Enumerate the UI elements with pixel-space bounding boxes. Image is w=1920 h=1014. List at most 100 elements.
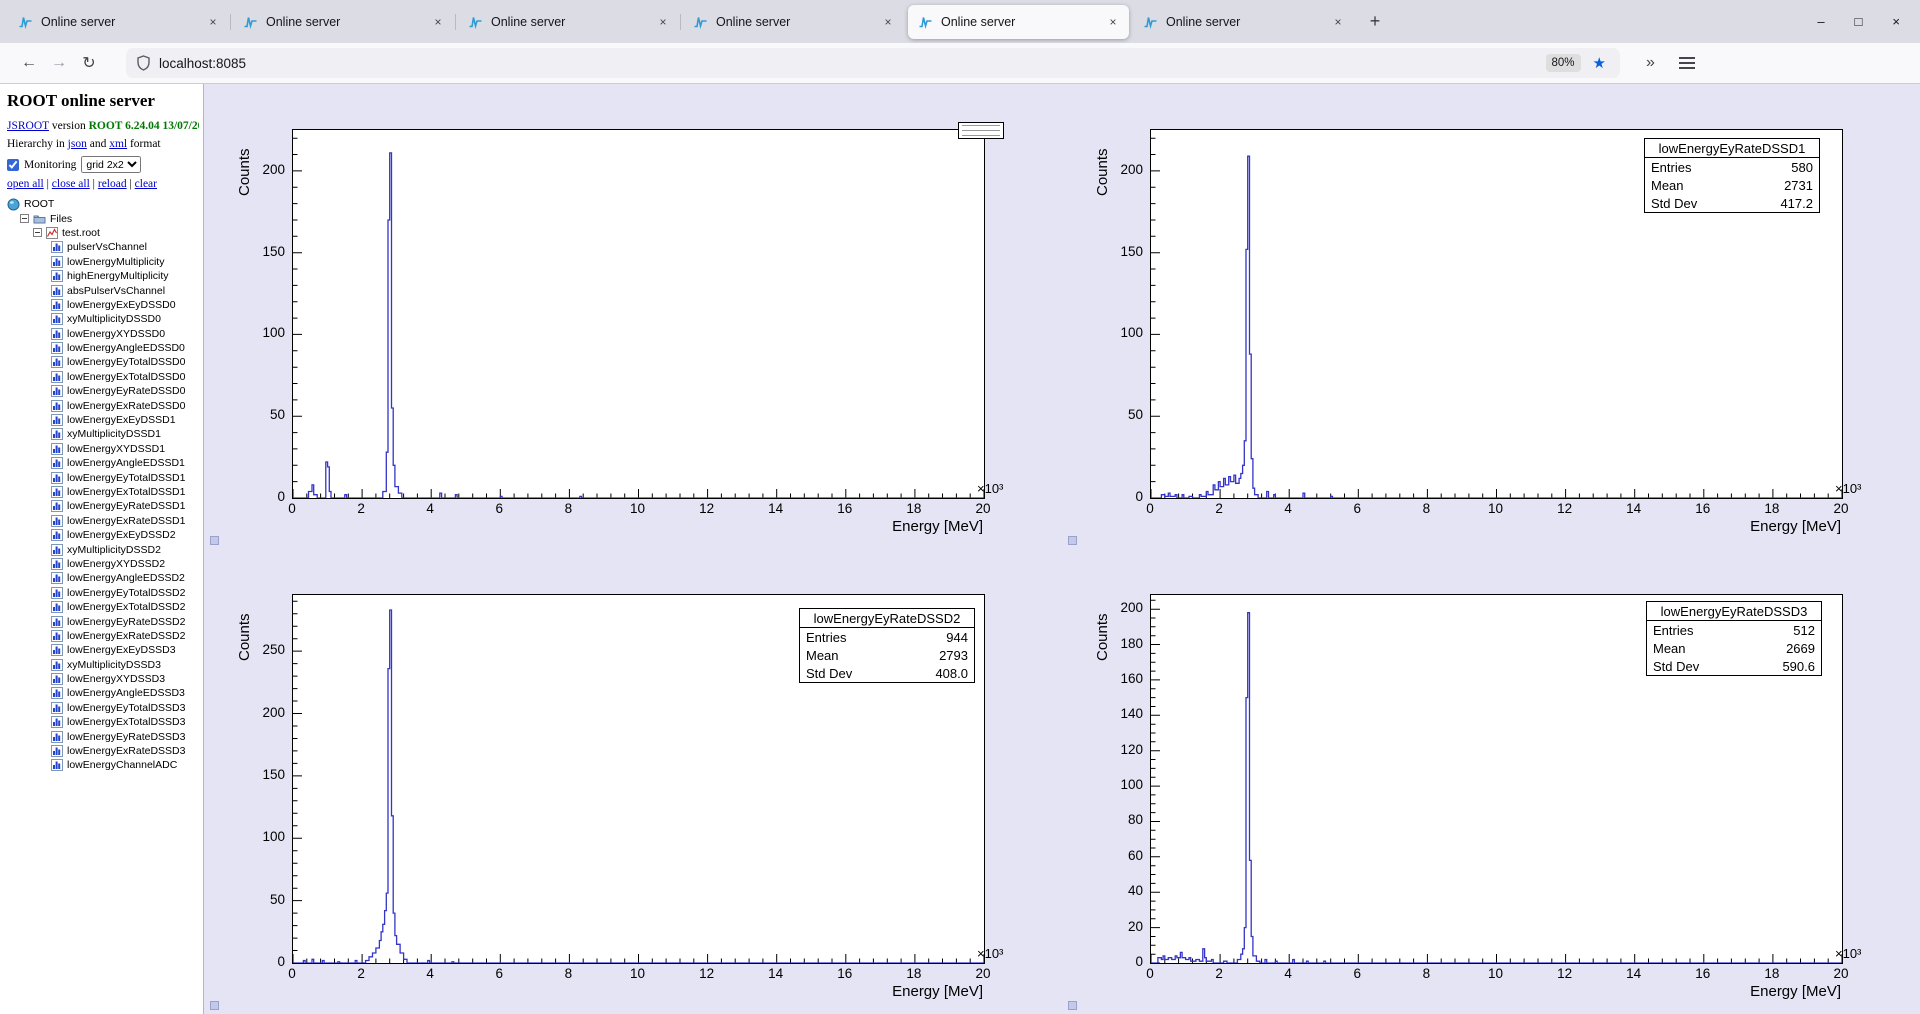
tree-item[interactable]: lowEnergyChannelADC bbox=[7, 758, 199, 772]
tree-item[interactable]: lowEnergyEyTotalDSSD3 bbox=[7, 701, 199, 715]
jsroot-favicon-icon bbox=[18, 14, 33, 29]
browser-tab[interactable]: Online server× bbox=[458, 5, 679, 39]
tab-close-button[interactable]: × bbox=[203, 12, 223, 32]
tree-action-reload[interactable]: reload bbox=[98, 178, 127, 190]
stats-box[interactable]: lowEnergyEyRateDSSD2Entries944Mean2793St… bbox=[799, 608, 975, 683]
tree-item[interactable]: lowEnergyExEyDSSD0 bbox=[7, 298, 199, 312]
stats-value: 944 bbox=[946, 630, 968, 645]
browser-tab[interactable]: Online server× bbox=[908, 5, 1129, 39]
mini-stats-line bbox=[962, 135, 1000, 136]
url-text[interactable]: localhost:8085 bbox=[159, 56, 246, 71]
collapse-icon[interactable] bbox=[33, 228, 42, 237]
jsroot-favicon-icon bbox=[243, 14, 258, 29]
maximize-button[interactable]: □ bbox=[1855, 14, 1863, 29]
tree-item[interactable]: lowEnergyXYDSSD1 bbox=[7, 442, 199, 456]
tree-item[interactable]: lowEnergyExTotalDSSD3 bbox=[7, 715, 199, 729]
browser-tab[interactable]: Online server× bbox=[1133, 5, 1354, 39]
tab-close-button[interactable]: × bbox=[878, 12, 898, 32]
tree-item[interactable]: lowEnergyXYDSSD0 bbox=[7, 327, 199, 341]
tree-item[interactable]: pulserVsChannel bbox=[7, 240, 199, 254]
tree-item[interactable]: xyMultiplicityDSSD0 bbox=[7, 312, 199, 326]
stats-label: Std Dev bbox=[1651, 196, 1697, 211]
tree-item[interactable]: lowEnergyMultiplicity bbox=[7, 255, 199, 269]
tree-item[interactable]: lowEnergyExRateDSSD2 bbox=[7, 629, 199, 643]
tab-close-button[interactable]: × bbox=[1328, 12, 1348, 32]
tree-item[interactable]: lowEnergyEyRateDSSD0 bbox=[7, 384, 199, 398]
browser-window: Online server×Online server×Online serve… bbox=[0, 0, 1920, 1014]
browser-tab[interactable]: Online server× bbox=[683, 5, 904, 39]
x-tick-label: 4 bbox=[412, 966, 448, 981]
browser-tab[interactable]: Online server× bbox=[233, 5, 454, 39]
browser-tab[interactable]: Online server× bbox=[8, 5, 229, 39]
tree-item[interactable]: lowEnergyEyTotalDSSD1 bbox=[7, 470, 199, 484]
tree-item[interactable]: lowEnergyExEyDSSD3 bbox=[7, 643, 199, 657]
tree-item[interactable]: lowEnergyEyTotalDSSD2 bbox=[7, 586, 199, 600]
close-window-button[interactable]: × bbox=[1892, 14, 1900, 29]
tree-action-clear[interactable]: clear bbox=[135, 178, 157, 190]
x-tick-label: 12 bbox=[689, 501, 725, 516]
tree-item[interactable]: absPulserVsChannel bbox=[7, 283, 199, 297]
tree-node-file[interactable]: test.root bbox=[7, 226, 199, 240]
zoom-indicator[interactable]: 80% bbox=[1546, 54, 1581, 72]
jsroot-link[interactable]: JSROOT bbox=[7, 120, 49, 132]
collapse-icon[interactable] bbox=[20, 214, 29, 223]
tree-item[interactable]: lowEnergyExRateDSSD1 bbox=[7, 514, 199, 528]
x-tick-label: 0 bbox=[274, 966, 310, 981]
json-link[interactable]: json bbox=[68, 138, 87, 150]
xml-link[interactable]: xml bbox=[109, 138, 127, 150]
canvas-pad-3: Counts05010015020025002468101214161820En… bbox=[205, 549, 1063, 1014]
histogram-line bbox=[293, 153, 984, 498]
back-button[interactable]: ← bbox=[14, 54, 44, 72]
tree-item[interactable]: xyMultiplicityDSSD2 bbox=[7, 542, 199, 556]
tree-item[interactable]: lowEnergyExEyDSSD1 bbox=[7, 413, 199, 427]
bookmark-star-icon[interactable]: ★ bbox=[1589, 54, 1610, 72]
x-tick-label: 4 bbox=[1270, 966, 1306, 981]
overflow-menu-button[interactable]: » bbox=[1646, 54, 1655, 72]
monitoring-select[interactable]: grid 2x2 bbox=[81, 156, 141, 173]
tree-item[interactable]: lowEnergyExRateDSSD0 bbox=[7, 398, 199, 412]
minimize-button[interactable]: – bbox=[1817, 14, 1824, 29]
tree-item[interactable]: highEnergyMultiplicity bbox=[7, 269, 199, 283]
forward-button[interactable]: → bbox=[44, 54, 74, 72]
x-tick-label: 14 bbox=[1616, 966, 1652, 981]
tree-item[interactable]: lowEnergyExRateDSSD3 bbox=[7, 744, 199, 758]
tree-item[interactable]: lowEnergyAngleEDSSD0 bbox=[7, 341, 199, 355]
menu-icon[interactable] bbox=[1679, 57, 1695, 69]
tree-item[interactable]: lowEnergyAngleEDSSD3 bbox=[7, 686, 199, 700]
shield-icon[interactable] bbox=[136, 55, 151, 71]
stats-box-collapsed[interactable] bbox=[958, 122, 1004, 139]
tree-item[interactable]: lowEnergyAngleEDSSD1 bbox=[7, 456, 199, 470]
monitoring-checkbox[interactable] bbox=[7, 159, 19, 171]
new-tab-button[interactable]: + bbox=[1360, 7, 1390, 37]
tree-action-open-all[interactable]: open all bbox=[7, 178, 44, 190]
tree-item[interactable]: lowEnergyAngleEDSSD2 bbox=[7, 571, 199, 585]
x-tick-label: 6 bbox=[481, 501, 517, 516]
plot-frame[interactable] bbox=[292, 129, 985, 499]
tree-item[interactable]: lowEnergyEyTotalDSSD0 bbox=[7, 355, 199, 369]
tree-item[interactable]: lowEnergyEyRateDSSD2 bbox=[7, 614, 199, 628]
stats-value: 512 bbox=[1793, 623, 1815, 638]
page-title: ROOT online server bbox=[7, 91, 199, 111]
tab-close-button[interactable]: × bbox=[653, 12, 673, 32]
tree-item[interactable]: lowEnergyExEyDSSD2 bbox=[7, 528, 199, 542]
reload-button[interactable]: ↻ bbox=[74, 53, 104, 73]
tree-item[interactable]: lowEnergyEyRateDSSD3 bbox=[7, 729, 199, 743]
tree-item[interactable]: lowEnergyXYDSSD2 bbox=[7, 557, 199, 571]
tab-close-button[interactable]: × bbox=[428, 12, 448, 32]
stats-box[interactable]: lowEnergyEyRateDSSD1Entries580Mean2731St… bbox=[1644, 138, 1820, 213]
url-bar[interactable]: localhost:8085 80% ★ bbox=[126, 48, 1620, 78]
tree-item[interactable]: lowEnergyExTotalDSSD2 bbox=[7, 600, 199, 614]
tree-item[interactable]: lowEnergyEyRateDSSD1 bbox=[7, 499, 199, 513]
tree-item[interactable]: xyMultiplicityDSSD1 bbox=[7, 427, 199, 441]
tree-node-root[interactable]: ROOT bbox=[7, 197, 199, 211]
stats-label: Mean bbox=[1651, 178, 1684, 193]
tab-close-button[interactable]: × bbox=[1103, 12, 1123, 32]
stats-box[interactable]: lowEnergyEyRateDSSD3Entries512Mean2669St… bbox=[1646, 601, 1822, 676]
tree-node-files[interactable]: Files bbox=[7, 211, 199, 225]
tree-item-label: lowEnergyXYDSSD1 bbox=[67, 443, 165, 455]
tree-item[interactable]: lowEnergyXYDSSD3 bbox=[7, 672, 199, 686]
tree-item[interactable]: lowEnergyExTotalDSSD1 bbox=[7, 485, 199, 499]
tree-item[interactable]: lowEnergyExTotalDSSD0 bbox=[7, 370, 199, 384]
tree-item[interactable]: xyMultiplicityDSSD3 bbox=[7, 658, 199, 672]
tree-action-close-all[interactable]: close all bbox=[52, 178, 90, 190]
